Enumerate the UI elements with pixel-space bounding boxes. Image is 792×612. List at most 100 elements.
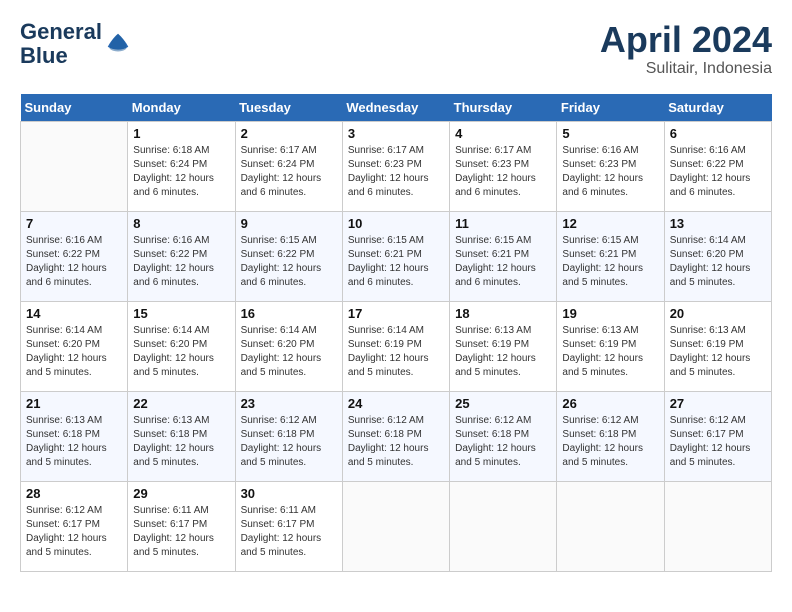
day-info: Sunrise: 6:15 AMSunset: 6:22 PMDaylight:… [241, 234, 337, 290]
day-cell: 30 Sunrise: 6:11 AMSunset: 6:17 PMDaylig… [235, 481, 342, 571]
day-info: Sunrise: 6:13 AMSunset: 6:18 PMDaylight:… [133, 414, 229, 470]
day-number: 28 [26, 486, 122, 501]
day-info: Sunrise: 6:13 AMSunset: 6:19 PMDaylight:… [455, 324, 551, 380]
day-cell: 22 Sunrise: 6:13 AMSunset: 6:18 PMDaylig… [128, 391, 235, 481]
day-info: Sunrise: 6:12 AMSunset: 6:17 PMDaylight:… [26, 504, 122, 560]
day-number: 6 [670, 126, 766, 141]
day-number: 25 [455, 396, 551, 411]
day-number: 24 [348, 396, 444, 411]
location: Sulitair, Indonesia [600, 60, 772, 78]
day-info: Sunrise: 6:14 AMSunset: 6:20 PMDaylight:… [670, 234, 766, 290]
day-cell: 24 Sunrise: 6:12 AMSunset: 6:18 PMDaylig… [342, 391, 449, 481]
day-number: 15 [133, 306, 229, 321]
day-cell: 15 Sunrise: 6:14 AMSunset: 6:20 PMDaylig… [128, 301, 235, 391]
day-info: Sunrise: 6:15 AMSunset: 6:21 PMDaylight:… [562, 234, 658, 290]
day-info: Sunrise: 6:18 AMSunset: 6:24 PMDaylight:… [133, 144, 229, 200]
logo-text: GeneralBlue [20, 20, 102, 68]
day-cell: 6 Sunrise: 6:16 AMSunset: 6:22 PMDayligh… [664, 121, 771, 211]
day-number: 14 [26, 306, 122, 321]
day-number: 2 [241, 126, 337, 141]
day-number: 26 [562, 396, 658, 411]
day-info: Sunrise: 6:17 AMSunset: 6:23 PMDaylight:… [455, 144, 551, 200]
day-header-friday: Friday [557, 94, 664, 122]
day-cell: 20 Sunrise: 6:13 AMSunset: 6:19 PMDaylig… [664, 301, 771, 391]
day-number: 29 [133, 486, 229, 501]
day-cell [557, 481, 664, 571]
day-cell: 11 Sunrise: 6:15 AMSunset: 6:21 PMDaylig… [450, 211, 557, 301]
page-header: GeneralBlue April 2024 Sulitair, Indones… [20, 20, 772, 78]
day-cell: 16 Sunrise: 6:14 AMSunset: 6:20 PMDaylig… [235, 301, 342, 391]
week-row-2: 7 Sunrise: 6:16 AMSunset: 6:22 PMDayligh… [21, 211, 772, 301]
day-cell: 10 Sunrise: 6:15 AMSunset: 6:21 PMDaylig… [342, 211, 449, 301]
day-info: Sunrise: 6:12 AMSunset: 6:18 PMDaylight:… [562, 414, 658, 470]
day-info: Sunrise: 6:17 AMSunset: 6:24 PMDaylight:… [241, 144, 337, 200]
day-header-monday: Monday [128, 94, 235, 122]
day-cell: 13 Sunrise: 6:14 AMSunset: 6:20 PMDaylig… [664, 211, 771, 301]
day-cell [450, 481, 557, 571]
day-header-wednesday: Wednesday [342, 94, 449, 122]
day-info: Sunrise: 6:13 AMSunset: 6:19 PMDaylight:… [562, 324, 658, 380]
title-block: April 2024 Sulitair, Indonesia [600, 20, 772, 78]
day-info: Sunrise: 6:16 AMSunset: 6:22 PMDaylight:… [133, 234, 229, 290]
day-info: Sunrise: 6:12 AMSunset: 6:18 PMDaylight:… [455, 414, 551, 470]
day-number: 22 [133, 396, 229, 411]
day-info: Sunrise: 6:13 AMSunset: 6:18 PMDaylight:… [26, 414, 122, 470]
day-cell: 17 Sunrise: 6:14 AMSunset: 6:19 PMDaylig… [342, 301, 449, 391]
day-number: 20 [670, 306, 766, 321]
day-cell: 1 Sunrise: 6:18 AMSunset: 6:24 PMDayligh… [128, 121, 235, 211]
day-cell: 3 Sunrise: 6:17 AMSunset: 6:23 PMDayligh… [342, 121, 449, 211]
week-row-3: 14 Sunrise: 6:14 AMSunset: 6:20 PMDaylig… [21, 301, 772, 391]
day-number: 8 [133, 216, 229, 231]
day-info: Sunrise: 6:11 AMSunset: 6:17 PMDaylight:… [241, 504, 337, 560]
day-cell: 19 Sunrise: 6:13 AMSunset: 6:19 PMDaylig… [557, 301, 664, 391]
day-info: Sunrise: 6:14 AMSunset: 6:20 PMDaylight:… [133, 324, 229, 380]
day-cell: 7 Sunrise: 6:16 AMSunset: 6:22 PMDayligh… [21, 211, 128, 301]
week-row-5: 28 Sunrise: 6:12 AMSunset: 6:17 PMDaylig… [21, 481, 772, 571]
day-header-thursday: Thursday [450, 94, 557, 122]
day-info: Sunrise: 6:12 AMSunset: 6:18 PMDaylight:… [348, 414, 444, 470]
calendar-header-row: SundayMondayTuesdayWednesdayThursdayFrid… [21, 94, 772, 122]
day-number: 17 [348, 306, 444, 321]
logo-icon [104, 30, 132, 58]
day-number: 30 [241, 486, 337, 501]
calendar-table: SundayMondayTuesdayWednesdayThursdayFrid… [20, 94, 772, 572]
day-number: 11 [455, 216, 551, 231]
day-number: 27 [670, 396, 766, 411]
day-number: 19 [562, 306, 658, 321]
day-info: Sunrise: 6:12 AMSunset: 6:17 PMDaylight:… [670, 414, 766, 470]
day-cell: 18 Sunrise: 6:13 AMSunset: 6:19 PMDaylig… [450, 301, 557, 391]
day-info: Sunrise: 6:16 AMSunset: 6:22 PMDaylight:… [26, 234, 122, 290]
day-info: Sunrise: 6:15 AMSunset: 6:21 PMDaylight:… [348, 234, 444, 290]
day-info: Sunrise: 6:14 AMSunset: 6:20 PMDaylight:… [241, 324, 337, 380]
day-cell: 12 Sunrise: 6:15 AMSunset: 6:21 PMDaylig… [557, 211, 664, 301]
day-info: Sunrise: 6:14 AMSunset: 6:20 PMDaylight:… [26, 324, 122, 380]
day-number: 13 [670, 216, 766, 231]
day-info: Sunrise: 6:14 AMSunset: 6:19 PMDaylight:… [348, 324, 444, 380]
day-info: Sunrise: 6:17 AMSunset: 6:23 PMDaylight:… [348, 144, 444, 200]
day-info: Sunrise: 6:13 AMSunset: 6:19 PMDaylight:… [670, 324, 766, 380]
day-info: Sunrise: 6:16 AMSunset: 6:22 PMDaylight:… [670, 144, 766, 200]
day-cell: 4 Sunrise: 6:17 AMSunset: 6:23 PMDayligh… [450, 121, 557, 211]
month-title: April 2024 [600, 20, 772, 60]
day-number: 9 [241, 216, 337, 231]
day-cell: 5 Sunrise: 6:16 AMSunset: 6:23 PMDayligh… [557, 121, 664, 211]
day-cell: 27 Sunrise: 6:12 AMSunset: 6:17 PMDaylig… [664, 391, 771, 481]
day-cell [664, 481, 771, 571]
logo: GeneralBlue [20, 20, 132, 68]
day-cell: 2 Sunrise: 6:17 AMSunset: 6:24 PMDayligh… [235, 121, 342, 211]
day-cell [342, 481, 449, 571]
day-info: Sunrise: 6:15 AMSunset: 6:21 PMDaylight:… [455, 234, 551, 290]
day-number: 7 [26, 216, 122, 231]
day-number: 21 [26, 396, 122, 411]
day-header-tuesday: Tuesday [235, 94, 342, 122]
day-header-saturday: Saturday [664, 94, 771, 122]
day-cell: 9 Sunrise: 6:15 AMSunset: 6:22 PMDayligh… [235, 211, 342, 301]
day-number: 10 [348, 216, 444, 231]
day-cell: 8 Sunrise: 6:16 AMSunset: 6:22 PMDayligh… [128, 211, 235, 301]
day-header-sunday: Sunday [21, 94, 128, 122]
day-info: Sunrise: 6:11 AMSunset: 6:17 PMDaylight:… [133, 504, 229, 560]
day-number: 23 [241, 396, 337, 411]
day-number: 16 [241, 306, 337, 321]
week-row-4: 21 Sunrise: 6:13 AMSunset: 6:18 PMDaylig… [21, 391, 772, 481]
day-number: 12 [562, 216, 658, 231]
